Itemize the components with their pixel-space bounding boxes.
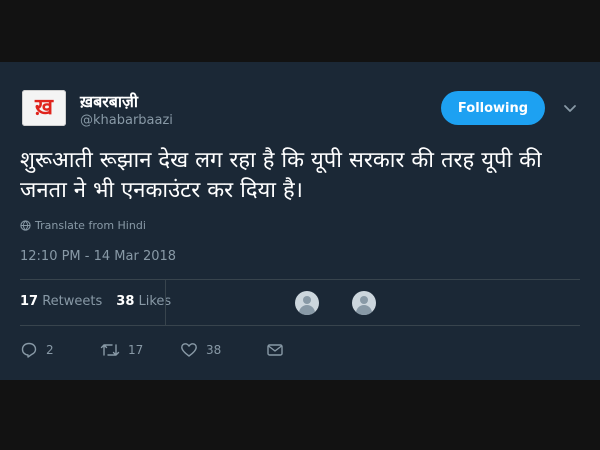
tweet-timestamp[interactable]: 12:10 PM - 14 Mar 2018	[20, 249, 176, 264]
like-count: 38	[206, 343, 222, 357]
translate-label: Translate from Hindi	[35, 219, 146, 232]
chevron-down-icon[interactable]	[563, 101, 577, 115]
reply-count: 2	[46, 343, 54, 357]
tweet-text: शुरूआती रूझान देख लग रहा है कि यूपी सरका…	[20, 148, 542, 203]
retweets-stat[interactable]: 17 Retweets	[20, 294, 102, 309]
tweet-stats: 17 Retweets 38 Likes	[20, 294, 171, 309]
avatar-logo-text: ख़	[35, 95, 53, 120]
heart-icon	[180, 341, 198, 359]
profile-name[interactable]: ख़बरबाज़ी	[80, 90, 138, 112]
liker-avatar[interactable]	[352, 291, 376, 315]
reply-action[interactable]: 2	[20, 341, 100, 359]
following-button[interactable]: Following	[441, 91, 545, 125]
likes-count: 38	[116, 294, 135, 309]
tweet-actions: 2 17 38	[20, 341, 284, 359]
retweets-label: Retweets	[42, 294, 103, 309]
retweets-count: 17	[20, 294, 39, 309]
message-action[interactable]	[266, 342, 284, 358]
divider-bottom	[20, 325, 580, 326]
like-action[interactable]: 38	[180, 341, 266, 359]
retweet-count: 17	[128, 343, 144, 357]
globe-icon	[20, 220, 31, 231]
retweet-icon	[100, 341, 120, 359]
likes-stat[interactable]: 38 Likes	[116, 294, 171, 309]
envelope-icon	[266, 342, 284, 358]
divider-top	[20, 279, 580, 280]
avatar[interactable]: ख़	[22, 90, 66, 126]
liker-avatar[interactable]	[295, 291, 319, 315]
retweet-action[interactable]: 17	[100, 341, 180, 359]
profile-handle[interactable]: @khabarbaazi	[80, 113, 173, 128]
likes-label: Likes	[138, 294, 172, 309]
translate-link[interactable]: Translate from Hindi	[20, 219, 146, 232]
reply-icon	[20, 341, 38, 359]
stats-separator	[165, 280, 166, 325]
